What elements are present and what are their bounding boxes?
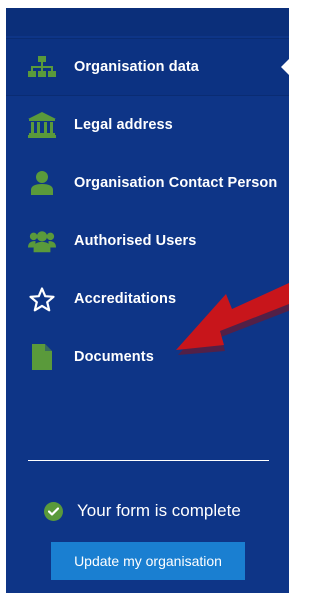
document-icon — [28, 343, 56, 371]
users-icon — [28, 227, 56, 255]
sidebar-item-label: Legal address — [74, 117, 173, 133]
sidebar-item-documents[interactable]: Documents — [6, 328, 289, 386]
sidebar-item-legal-address[interactable]: Legal address — [6, 96, 289, 154]
sidebar: Organisation data Legal address Organisa… — [6, 8, 289, 593]
user-icon — [28, 169, 56, 197]
bank-icon — [28, 111, 56, 139]
sidebar-item-label: Authorised Users — [74, 233, 197, 249]
check-circle-icon — [44, 501, 63, 521]
sidebar-item-label: Organisation data — [74, 59, 199, 75]
sidebar-item-label: Organisation Contact Person — [74, 175, 278, 191]
form-status-text: Your form is complete — [77, 501, 241, 520]
form-status: Your form is complete — [44, 501, 241, 521]
sidebar-item-accreditations[interactable]: Accreditations — [6, 270, 289, 328]
sidebar-item-organisation-contact-person[interactable]: Organisation Contact Person — [6, 154, 289, 212]
sidebar-item-label: Documents — [74, 349, 154, 365]
sitemap-icon — [28, 53, 56, 81]
sidebar-header — [6, 8, 289, 36]
sidebar-item-label: Accreditations — [74, 291, 177, 307]
sidebar-item-organisation-data[interactable]: Organisation data — [6, 38, 289, 96]
divider — [28, 460, 269, 461]
star-icon — [28, 285, 56, 313]
sidebar-item-authorised-users[interactable]: Authorised Users — [6, 212, 289, 270]
update-organisation-button[interactable]: Update my organisation — [51, 542, 245, 580]
active-indicator-icon — [281, 59, 289, 75]
